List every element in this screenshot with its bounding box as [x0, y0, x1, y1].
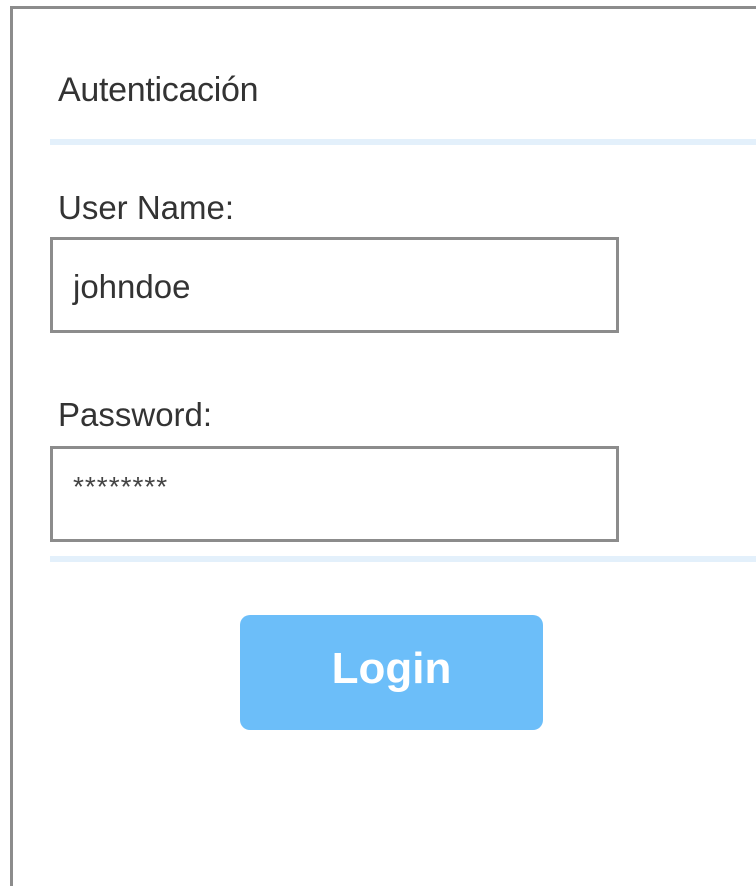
password-value: ******** [73, 471, 169, 502]
password-field[interactable]: ******** [50, 446, 619, 542]
form-title: Autenticación [58, 71, 259, 109]
login-button[interactable]: Login [240, 615, 543, 730]
username-label: User Name: [58, 189, 235, 226]
username-value: johndoe [73, 268, 191, 305]
header-divider [50, 139, 756, 145]
password-label: Password: [58, 396, 213, 433]
login-panel: Autenticación User Name: johndoe Passwor… [10, 6, 756, 886]
footer-divider [50, 556, 756, 562]
login-button-label: Login [331, 643, 452, 693]
username-field[interactable]: johndoe [50, 237, 619, 333]
